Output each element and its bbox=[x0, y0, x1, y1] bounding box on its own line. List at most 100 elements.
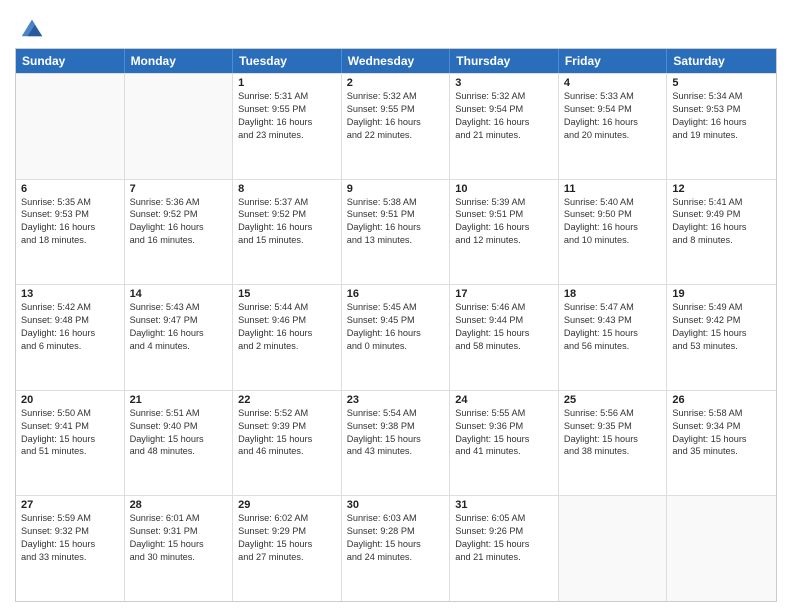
calendar-row-2: 13Sunrise: 5:42 AMSunset: 9:48 PMDayligh… bbox=[16, 284, 776, 390]
calendar-cell: 9Sunrise: 5:38 AMSunset: 9:51 PMDaylight… bbox=[342, 180, 451, 285]
header-day-friday: Friday bbox=[559, 49, 668, 73]
cell-line: and 0 minutes. bbox=[347, 340, 445, 353]
cell-line: Daylight: 16 hours bbox=[455, 221, 553, 234]
cell-line: Sunset: 9:34 PM bbox=[672, 420, 771, 433]
calendar-cell: 26Sunrise: 5:58 AMSunset: 9:34 PMDayligh… bbox=[667, 391, 776, 496]
cell-line: Sunset: 9:36 PM bbox=[455, 420, 553, 433]
cell-line: and 51 minutes. bbox=[21, 445, 119, 458]
cell-line: Sunrise: 5:35 AM bbox=[21, 196, 119, 209]
cell-line: Sunset: 9:46 PM bbox=[238, 314, 336, 327]
cell-line: Sunset: 9:47 PM bbox=[130, 314, 228, 327]
cell-line: Daylight: 16 hours bbox=[347, 327, 445, 340]
cell-line: and 33 minutes. bbox=[21, 551, 119, 564]
cell-line: and 56 minutes. bbox=[564, 340, 662, 353]
cell-line: Sunrise: 6:05 AM bbox=[455, 512, 553, 525]
day-number: 9 bbox=[347, 183, 445, 195]
calendar-header: SundayMondayTuesdayWednesdayThursdayFrid… bbox=[16, 49, 776, 73]
calendar-cell bbox=[559, 496, 668, 601]
calendar-cell: 30Sunrise: 6:03 AMSunset: 9:28 PMDayligh… bbox=[342, 496, 451, 601]
day-number: 18 bbox=[564, 288, 662, 300]
header-day-sunday: Sunday bbox=[16, 49, 125, 73]
cell-line: Sunset: 9:49 PM bbox=[672, 208, 771, 221]
day-number: 1 bbox=[238, 77, 336, 89]
cell-line: Sunset: 9:32 PM bbox=[21, 525, 119, 538]
calendar-row-4: 27Sunrise: 5:59 AMSunset: 9:32 PMDayligh… bbox=[16, 495, 776, 601]
cell-line: Sunset: 9:48 PM bbox=[21, 314, 119, 327]
cell-line: Sunrise: 5:47 AM bbox=[564, 301, 662, 314]
day-number: 2 bbox=[347, 77, 445, 89]
cell-line: Sunset: 9:26 PM bbox=[455, 525, 553, 538]
cell-line: Sunrise: 5:32 AM bbox=[347, 90, 445, 103]
cell-line: Daylight: 15 hours bbox=[564, 433, 662, 446]
cell-line: and 20 minutes. bbox=[564, 129, 662, 142]
cell-line: Sunrise: 5:59 AM bbox=[21, 512, 119, 525]
cell-line: Sunset: 9:38 PM bbox=[347, 420, 445, 433]
calendar-cell: 15Sunrise: 5:44 AMSunset: 9:46 PMDayligh… bbox=[233, 285, 342, 390]
day-number: 27 bbox=[21, 499, 119, 511]
cell-line: Daylight: 16 hours bbox=[130, 327, 228, 340]
cell-line: and 41 minutes. bbox=[455, 445, 553, 458]
cell-line: Sunset: 9:53 PM bbox=[21, 208, 119, 221]
calendar-cell: 17Sunrise: 5:46 AMSunset: 9:44 PMDayligh… bbox=[450, 285, 559, 390]
cell-line: Sunrise: 5:40 AM bbox=[564, 196, 662, 209]
day-number: 29 bbox=[238, 499, 336, 511]
cell-line: and 21 minutes. bbox=[455, 129, 553, 142]
calendar-cell: 4Sunrise: 5:33 AMSunset: 9:54 PMDaylight… bbox=[559, 74, 668, 179]
day-number: 22 bbox=[238, 394, 336, 406]
cell-line: Daylight: 15 hours bbox=[672, 433, 771, 446]
cell-line: Sunset: 9:43 PM bbox=[564, 314, 662, 327]
day-number: 4 bbox=[564, 77, 662, 89]
cell-line: Daylight: 15 hours bbox=[564, 327, 662, 340]
day-number: 24 bbox=[455, 394, 553, 406]
cell-line: Sunrise: 5:31 AM bbox=[238, 90, 336, 103]
day-number: 12 bbox=[672, 183, 771, 195]
cell-line: and 46 minutes. bbox=[238, 445, 336, 458]
day-number: 16 bbox=[347, 288, 445, 300]
page: SundayMondayTuesdayWednesdayThursdayFrid… bbox=[0, 0, 792, 612]
cell-line: Daylight: 16 hours bbox=[21, 221, 119, 234]
calendar-cell: 21Sunrise: 5:51 AMSunset: 9:40 PMDayligh… bbox=[125, 391, 234, 496]
cell-line: and 53 minutes. bbox=[672, 340, 771, 353]
cell-line: Sunset: 9:54 PM bbox=[455, 103, 553, 116]
calendar-cell: 14Sunrise: 5:43 AMSunset: 9:47 PMDayligh… bbox=[125, 285, 234, 390]
day-number: 14 bbox=[130, 288, 228, 300]
cell-line: Sunrise: 5:44 AM bbox=[238, 301, 336, 314]
cell-line: Daylight: 16 hours bbox=[455, 116, 553, 129]
day-number: 5 bbox=[672, 77, 771, 89]
calendar-cell: 18Sunrise: 5:47 AMSunset: 9:43 PMDayligh… bbox=[559, 285, 668, 390]
day-number: 17 bbox=[455, 288, 553, 300]
calendar-cell: 3Sunrise: 5:32 AMSunset: 9:54 PMDaylight… bbox=[450, 74, 559, 179]
cell-line: Sunrise: 5:49 AM bbox=[672, 301, 771, 314]
cell-line: and 24 minutes. bbox=[347, 551, 445, 564]
cell-line: and 35 minutes. bbox=[672, 445, 771, 458]
cell-line: Daylight: 15 hours bbox=[672, 327, 771, 340]
cell-line: Daylight: 15 hours bbox=[130, 538, 228, 551]
cell-line: and 38 minutes. bbox=[564, 445, 662, 458]
cell-line: Sunrise: 5:33 AM bbox=[564, 90, 662, 103]
calendar-cell: 7Sunrise: 5:36 AMSunset: 9:52 PMDaylight… bbox=[125, 180, 234, 285]
cell-line: and 58 minutes. bbox=[455, 340, 553, 353]
cell-line: and 4 minutes. bbox=[130, 340, 228, 353]
day-number: 20 bbox=[21, 394, 119, 406]
day-number: 23 bbox=[347, 394, 445, 406]
cell-line: Daylight: 15 hours bbox=[21, 538, 119, 551]
day-number: 28 bbox=[130, 499, 228, 511]
cell-line: Daylight: 16 hours bbox=[238, 116, 336, 129]
calendar: SundayMondayTuesdayWednesdayThursdayFrid… bbox=[15, 48, 777, 602]
cell-line: Sunset: 9:40 PM bbox=[130, 420, 228, 433]
cell-line: Daylight: 16 hours bbox=[672, 116, 771, 129]
cell-line: Sunrise: 5:43 AM bbox=[130, 301, 228, 314]
cell-line: and 27 minutes. bbox=[238, 551, 336, 564]
day-number: 30 bbox=[347, 499, 445, 511]
cell-line: Sunset: 9:35 PM bbox=[564, 420, 662, 433]
cell-line: Sunrise: 6:02 AM bbox=[238, 512, 336, 525]
calendar-cell: 29Sunrise: 6:02 AMSunset: 9:29 PMDayligh… bbox=[233, 496, 342, 601]
day-number: 31 bbox=[455, 499, 553, 511]
day-number: 13 bbox=[21, 288, 119, 300]
cell-line: Daylight: 15 hours bbox=[130, 433, 228, 446]
cell-line: Daylight: 15 hours bbox=[347, 538, 445, 551]
cell-line: Daylight: 16 hours bbox=[564, 116, 662, 129]
cell-line: Sunrise: 5:45 AM bbox=[347, 301, 445, 314]
calendar-row-3: 20Sunrise: 5:50 AMSunset: 9:41 PMDayligh… bbox=[16, 390, 776, 496]
cell-line: Sunrise: 5:56 AM bbox=[564, 407, 662, 420]
